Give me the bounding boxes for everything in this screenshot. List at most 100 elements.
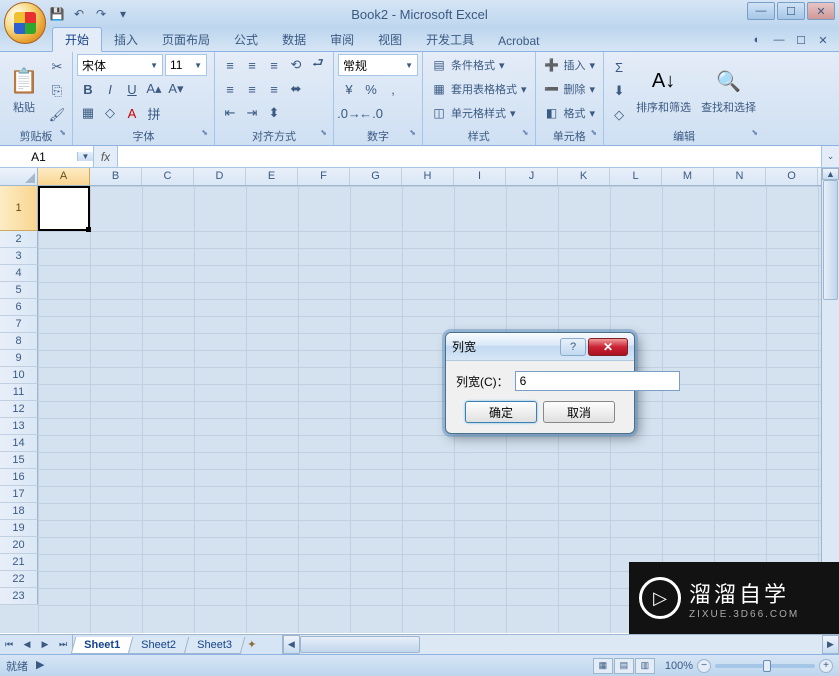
sheet-next-icon[interactable]: ▶ bbox=[36, 635, 54, 654]
orientation-icon[interactable]: ⟲ bbox=[285, 54, 307, 76]
restore-window-icon[interactable]: ☐ bbox=[793, 32, 809, 48]
column-width-input[interactable] bbox=[515, 371, 680, 391]
row-header[interactable]: 17 bbox=[0, 486, 38, 503]
tab-home[interactable]: 开始 bbox=[52, 27, 102, 52]
row-header[interactable]: 10 bbox=[0, 367, 38, 384]
sheet-last-icon[interactable]: ⏭ bbox=[54, 635, 72, 654]
underline-button[interactable]: U bbox=[121, 78, 143, 100]
tab-review[interactable]: 审阅 bbox=[318, 28, 366, 51]
column-header[interactable]: N bbox=[714, 168, 766, 185]
close-workbook-icon[interactable]: ✕ bbox=[815, 32, 831, 48]
format-as-table-button[interactable]: ▦套用表格格式 ▾ bbox=[427, 78, 531, 100]
dialog-close-button[interactable]: ✕ bbox=[588, 338, 628, 356]
merge-icon[interactable]: ⬌ bbox=[285, 78, 307, 100]
save-icon[interactable]: 💾 bbox=[48, 5, 66, 23]
phonetic-icon[interactable]: 拼 bbox=[143, 102, 165, 124]
row-header[interactable]: 12 bbox=[0, 401, 38, 418]
column-header[interactable]: E bbox=[246, 168, 298, 185]
autosum-icon[interactable]: Σ bbox=[608, 56, 630, 78]
font-size-combo[interactable]: 11▼ bbox=[165, 54, 207, 76]
italic-button[interactable]: I bbox=[99, 78, 121, 100]
sheet-tab-3[interactable]: Sheet3 bbox=[184, 637, 245, 654]
row-header[interactable]: 20 bbox=[0, 537, 38, 554]
column-header[interactable]: K bbox=[558, 168, 610, 185]
row-header[interactable]: 13 bbox=[0, 418, 38, 435]
dialog-titlebar[interactable]: 列宽 ? ✕ bbox=[446, 333, 634, 361]
border-icon[interactable]: ▦ bbox=[77, 102, 99, 124]
minimize-ribbon-icon[interactable]: — bbox=[771, 32, 787, 48]
tab-insert[interactable]: 插入 bbox=[102, 28, 150, 51]
cut-icon[interactable]: ✂ bbox=[46, 56, 68, 78]
align-top-icon[interactable]: ≡ bbox=[219, 54, 241, 76]
zoom-slider[interactable] bbox=[715, 664, 815, 668]
clear-icon[interactable]: ◇ bbox=[608, 104, 630, 126]
horizontal-scrollbar[interactable]: ◀ ▶ bbox=[282, 635, 839, 654]
grow-font-icon[interactable]: A▴ bbox=[143, 78, 165, 100]
merge-center-icon[interactable]: ⬍ bbox=[263, 102, 285, 124]
increase-decimal-icon[interactable]: .0→ bbox=[338, 102, 360, 124]
vscroll-track[interactable] bbox=[822, 180, 839, 622]
redo-icon[interactable]: ↷ bbox=[92, 5, 110, 23]
wrap-text-icon[interactable]: ⮐ bbox=[307, 54, 329, 76]
insert-cells-button[interactable]: ➕插入 ▾ bbox=[540, 54, 600, 76]
sheet-tab-2[interactable]: Sheet2 bbox=[128, 637, 189, 654]
column-header[interactable]: D bbox=[194, 168, 246, 185]
delete-cells-button[interactable]: ➖删除 ▾ bbox=[540, 78, 600, 100]
format-painter-icon[interactable]: 🖌 bbox=[46, 104, 68, 126]
tab-acrobat[interactable]: Acrobat bbox=[486, 31, 551, 51]
row-header[interactable]: 21 bbox=[0, 554, 38, 571]
select-all-button[interactable] bbox=[0, 168, 38, 185]
page-layout-view-icon[interactable]: ▤ bbox=[614, 658, 634, 674]
macro-icon[interactable]: ▶ bbox=[36, 658, 52, 674]
format-cells-button[interactable]: ◧格式 ▾ bbox=[540, 102, 600, 124]
column-header[interactable]: A bbox=[38, 168, 90, 185]
zoom-out-icon[interactable]: − bbox=[697, 659, 711, 673]
row-header[interactable]: 16 bbox=[0, 469, 38, 486]
align-right-icon[interactable]: ≡ bbox=[263, 78, 285, 100]
row-header[interactable]: 15 bbox=[0, 452, 38, 469]
row-header[interactable]: 18 bbox=[0, 503, 38, 520]
row-header[interactable]: 22 bbox=[0, 571, 38, 588]
row-header[interactable]: 19 bbox=[0, 520, 38, 537]
column-header[interactable]: L bbox=[610, 168, 662, 185]
help-icon[interactable]: ◐ bbox=[749, 32, 765, 48]
scroll-up-icon[interactable]: ▲ bbox=[822, 168, 839, 180]
normal-view-icon[interactable]: ▦ bbox=[593, 658, 613, 674]
column-header[interactable]: G bbox=[350, 168, 402, 185]
bold-button[interactable]: B bbox=[77, 78, 99, 100]
active-cell[interactable] bbox=[38, 186, 90, 231]
conditional-formatting-button[interactable]: ▤条件格式 ▾ bbox=[427, 54, 531, 76]
column-header[interactable]: O bbox=[766, 168, 818, 185]
scroll-left-icon[interactable]: ◀ bbox=[283, 635, 300, 654]
name-box-dropdown-icon[interactable]: ▼ bbox=[77, 152, 93, 161]
tab-developer[interactable]: 开发工具 bbox=[414, 28, 486, 51]
close-button[interactable]: ✕ bbox=[807, 2, 835, 20]
currency-icon[interactable]: ¥ bbox=[338, 78, 360, 100]
vscroll-thumb[interactable] bbox=[823, 180, 838, 300]
row-header[interactable]: 14 bbox=[0, 435, 38, 452]
name-box[interactable]: A1 ▼ bbox=[0, 146, 94, 167]
column-header[interactable]: F bbox=[298, 168, 350, 185]
ok-button[interactable]: 确定 bbox=[465, 401, 537, 423]
row-header[interactable]: 9 bbox=[0, 350, 38, 367]
column-header[interactable]: M bbox=[662, 168, 714, 185]
fill-color-icon[interactable]: ◇ bbox=[99, 102, 121, 124]
find-select-button[interactable]: 🔍 查找和选择 bbox=[697, 54, 760, 126]
row-header[interactable]: 5 bbox=[0, 282, 38, 299]
row-header[interactable]: 23 bbox=[0, 588, 38, 605]
hscroll-track[interactable] bbox=[300, 635, 822, 654]
zoom-thumb[interactable] bbox=[763, 660, 771, 672]
sheet-prev-icon[interactable]: ◀ bbox=[18, 635, 36, 654]
sort-filter-button[interactable]: A↓ 排序和筛选 bbox=[632, 54, 695, 126]
font-color-icon[interactable]: A bbox=[121, 102, 143, 124]
cancel-button[interactable]: 取消 bbox=[543, 401, 615, 423]
align-bottom-icon[interactable]: ≡ bbox=[263, 54, 285, 76]
maximize-button[interactable]: ☐ bbox=[777, 2, 805, 20]
row-header[interactable]: 2 bbox=[0, 231, 38, 248]
tab-data[interactable]: 数据 bbox=[270, 28, 318, 51]
column-header[interactable]: I bbox=[454, 168, 506, 185]
paste-button[interactable]: 📋 粘贴 bbox=[4, 54, 44, 126]
undo-icon[interactable]: ↶ bbox=[70, 5, 88, 23]
sheet-first-icon[interactable]: ⏮ bbox=[0, 635, 18, 654]
row-header[interactable]: 7 bbox=[0, 316, 38, 333]
